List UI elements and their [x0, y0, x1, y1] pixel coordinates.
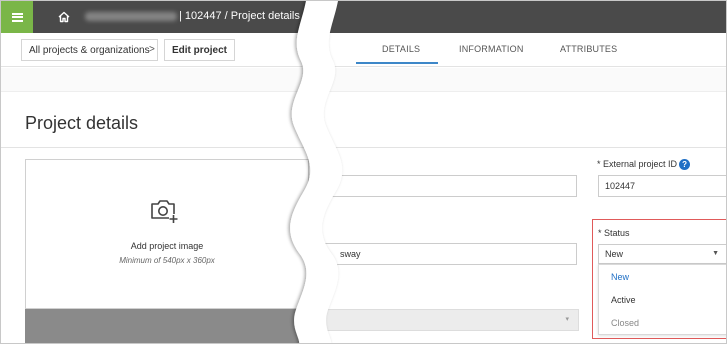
all-projects-link[interactable]: All projects & organizations: [21, 39, 158, 61]
chevron-down-icon: ▾: [565, 316, 569, 323]
project-image-upload[interactable]: [25, 159, 309, 309]
title-divider: [1, 147, 726, 148]
image-panel-footer: [25, 309, 309, 343]
hamburger-menu-button[interactable]: [1, 1, 33, 33]
camera-plus-icon: [151, 200, 178, 223]
status-label: * Status: [598, 228, 630, 238]
tab-information[interactable]: INFORMATION: [459, 44, 524, 54]
sub-header-band: [1, 68, 726, 92]
project-name-input[interactable]: [319, 175, 577, 197]
external-project-id-label: * External project ID?: [597, 159, 691, 171]
app-window: | 102447 / Project details All projects …: [0, 0, 727, 344]
topbar-breadcrumb: | 102447 / Project details: [179, 10, 300, 22]
top-bar: | 102447 / Project details: [1, 1, 726, 33]
status-select[interactable]: New ▼: [598, 244, 726, 264]
address-input[interactable]: sway: [319, 243, 577, 265]
address-value: sway: [340, 249, 361, 259]
chevron-right-icon: >: [149, 44, 155, 55]
page-title: Project details: [25, 113, 139, 133]
help-icon[interactable]: ?: [679, 159, 691, 171]
image-size-hint: Minimum of 540px x 360px: [119, 256, 215, 265]
status-option-closed[interactable]: Closed: [599, 312, 726, 334]
hamburger-icon: [11, 12, 23, 22]
disabled-select: ▾: [319, 309, 579, 331]
external-project-id-input[interactable]: 102447: [598, 175, 726, 197]
tab-details[interactable]: DETAILS: [382, 44, 420, 54]
home-icon[interactable]: [57, 10, 71, 24]
status-option-active[interactable]: Active: [599, 289, 726, 311]
edit-project-button[interactable]: Edit project: [164, 39, 236, 61]
tab-attributes[interactable]: ATTRIBUTES: [560, 44, 617, 54]
status-option-new[interactable]: New: [599, 266, 726, 288]
active-tab-indicator: [356, 62, 438, 64]
redacted-project-name: [85, 12, 177, 21]
add-project-image-label: Add project image: [130, 241, 204, 251]
chevron-down-icon: ▼: [712, 250, 719, 257]
status-selected-value: New: [605, 249, 624, 259]
status-dropdown-list: New Active Closed: [598, 264, 726, 335]
